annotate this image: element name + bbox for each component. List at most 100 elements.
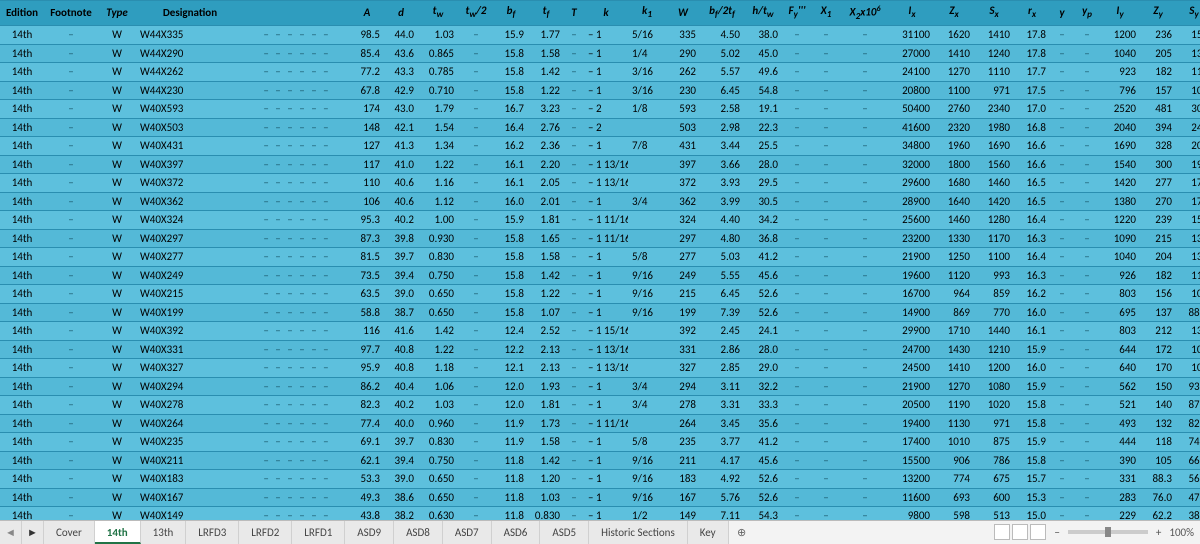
col-htw[interactable]: h/tw — [744, 1, 782, 26]
cell[interactable] — [628, 118, 666, 137]
cell[interactable]: 5.03 — [700, 248, 744, 267]
cell[interactable]: – — [1050, 44, 1074, 63]
cell[interactable]: 1270 — [934, 377, 974, 396]
cell[interactable]: – — [564, 303, 584, 322]
cell[interactable]: W40X297 — [136, 229, 244, 248]
cell[interactable]: 19600 — [890, 266, 934, 285]
table-row[interactable]: 14th–WW40X249– – – – – –73.539.40.750–15… — [0, 266, 1200, 285]
sheet-tab-asd6[interactable]: ASD6 — [492, 521, 541, 544]
cell[interactable]: 14900 — [890, 303, 934, 322]
cell[interactable]: – — [1074, 451, 1100, 470]
cell[interactable]: 20500 — [890, 396, 934, 415]
cell[interactable]: 106 — [350, 192, 384, 211]
col-Sy[interactable]: Sy — [1176, 1, 1200, 26]
cell[interactable]: – — [458, 396, 494, 415]
cell[interactable]: 1.07 — [528, 303, 564, 322]
zoom-in-button[interactable]: + — [1156, 526, 1161, 539]
cell[interactable]: 40.4 — [384, 377, 418, 396]
cell[interactable]: 15.9 — [1014, 340, 1050, 359]
cell[interactable]: 40.6 — [384, 174, 418, 193]
cell[interactable]: 205 — [1140, 44, 1176, 63]
cell[interactable]: W — [98, 81, 136, 100]
cell[interactable]: – 1 — [584, 81, 628, 100]
cell[interactable]: – — [782, 229, 812, 248]
cell[interactable]: 16.4 — [1014, 248, 1050, 267]
cell[interactable]: – 1 11/16 — [584, 414, 628, 433]
col-k1[interactable]: k1 — [628, 1, 666, 26]
cell[interactable]: 0.930 — [418, 229, 458, 248]
cell[interactable]: 150 — [1140, 377, 1176, 396]
cell[interactable]: 2760 — [934, 100, 974, 119]
cell[interactable]: 16.3 — [1014, 229, 1050, 248]
cell[interactable]: – — [1074, 155, 1100, 174]
cell[interactable]: W — [98, 359, 136, 378]
cell[interactable]: 52.6 — [744, 470, 782, 489]
table-row[interactable]: 14th–WW40X327– – – – – –95.940.81.18–12.… — [0, 359, 1200, 378]
cell[interactable]: – — [458, 44, 494, 63]
cell[interactable]: 7.11 — [700, 507, 744, 520]
cell[interactable]: – – – – – – — [244, 63, 350, 82]
cell[interactable]: 14th — [0, 414, 44, 433]
cell[interactable]: – — [44, 63, 98, 82]
cell[interactable]: 1410 — [974, 26, 1014, 45]
cell[interactable]: – — [1050, 303, 1074, 322]
cell[interactable]: – — [1074, 470, 1100, 489]
cell[interactable]: 215 — [1140, 229, 1176, 248]
cell[interactable]: – – – – – – — [244, 340, 350, 359]
cell[interactable]: W — [98, 340, 136, 359]
cell[interactable]: – – – – – – — [244, 451, 350, 470]
cell[interactable]: – — [840, 100, 890, 119]
cell[interactable]: – — [564, 100, 584, 119]
cell[interactable]: 906 — [934, 451, 974, 470]
cell[interactable]: – — [782, 340, 812, 359]
cell[interactable]: 12.0 — [494, 396, 528, 415]
cell[interactable]: – – – – – – — [244, 174, 350, 193]
cell[interactable]: 1.58 — [528, 44, 564, 63]
cell[interactable] — [628, 359, 666, 378]
cell[interactable]: 1690 — [974, 137, 1014, 156]
cell[interactable]: – 1 — [584, 377, 628, 396]
cell[interactable]: 45.6 — [744, 451, 782, 470]
cell[interactable]: 24700 — [890, 340, 934, 359]
cell[interactable]: 105 — [1176, 359, 1200, 378]
cell[interactable]: 362 — [666, 192, 700, 211]
table-row[interactable]: 14th–WW44X262– – – – – –77.243.30.785–15… — [0, 63, 1200, 82]
cell[interactable]: W — [98, 63, 136, 82]
cell[interactable]: 172 — [1140, 340, 1176, 359]
cell[interactable]: – — [782, 507, 812, 520]
cell[interactable]: 173 — [1176, 192, 1200, 211]
cell[interactable]: 12.4 — [494, 322, 528, 341]
cell[interactable]: – — [1050, 285, 1074, 304]
cell[interactable]: 82.3 — [350, 396, 384, 415]
cell[interactable]: 331 — [1100, 470, 1140, 489]
cell[interactable]: 278 — [666, 396, 700, 415]
cell[interactable]: 101 — [1176, 81, 1200, 100]
cell[interactable]: 229 — [1100, 507, 1140, 520]
col-blank[interactable] — [244, 1, 350, 26]
col-Sx[interactable]: Sx — [974, 1, 1014, 26]
cell[interactable]: – — [458, 174, 494, 193]
cell[interactable]: 38.0 — [744, 26, 782, 45]
cell[interactable]: 15.8 — [494, 44, 528, 63]
cell[interactable]: W44X262 — [136, 63, 244, 82]
cell[interactable]: – — [840, 26, 890, 45]
table-row[interactable]: 14th–WW40X331– – – – – –97.740.81.22–12.… — [0, 340, 1200, 359]
col-bf2tf[interactable]: bf/2tf — [700, 1, 744, 26]
cell[interactable]: – – – – – – — [244, 44, 350, 63]
cell[interactable]: 149 — [666, 507, 700, 520]
col-designation[interactable]: Designation — [136, 1, 244, 26]
cell[interactable]: 1.42 — [528, 451, 564, 470]
cell[interactable]: – — [44, 470, 98, 489]
cell[interactable]: – — [782, 470, 812, 489]
cell[interactable]: 0.750 — [418, 451, 458, 470]
cell[interactable]: 16700 — [890, 285, 934, 304]
cell[interactable]: 1.18 — [418, 359, 458, 378]
cell[interactable]: – – – – – – — [244, 359, 350, 378]
cell[interactable]: 29.5 — [744, 174, 782, 193]
cell[interactable]: 2.98 — [700, 118, 744, 137]
cell[interactable]: – 1 — [584, 248, 628, 267]
sheet-tab-historic-sections[interactable]: Historic Sections — [589, 521, 688, 544]
cell[interactable]: W40X149 — [136, 507, 244, 520]
cell[interactable]: 101 — [1176, 285, 1200, 304]
cell[interactable]: 1.16 — [418, 174, 458, 193]
